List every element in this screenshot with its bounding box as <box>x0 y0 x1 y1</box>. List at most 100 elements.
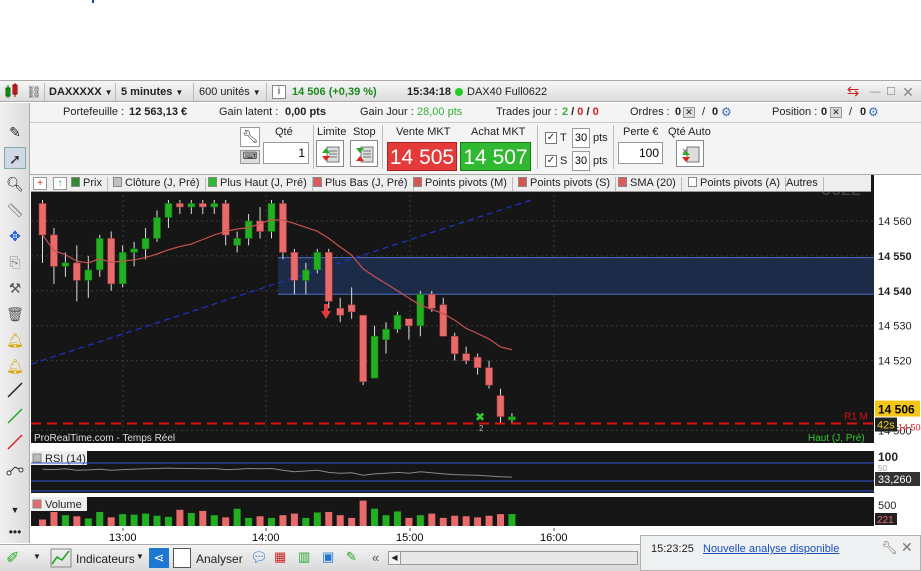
candle[interactable] <box>38 203 47 236</box>
legend-item[interactable]: Points pivots (S) <box>518 177 617 191</box>
nodes-icon[interactable] <box>4 459 26 481</box>
cursor-icon[interactable]: ➚ <box>4 147 26 169</box>
candle[interactable] <box>393 314 402 330</box>
candle[interactable] <box>164 203 173 218</box>
analyser-icon[interactable] <box>173 548 191 568</box>
ruler-icon[interactable]: 📏︎ <box>4 199 26 221</box>
sync-icon[interactable]: ⇆ <box>842 82 864 101</box>
instrument-select[interactable]: DAXXXXX ▼ <box>44 83 116 101</box>
candle[interactable] <box>118 252 127 285</box>
candle[interactable] <box>176 203 184 208</box>
stop-order-button[interactable] <box>350 140 378 167</box>
keyboard-icon[interactable]: ⌨ <box>240 150 260 164</box>
loss-input[interactable] <box>618 142 663 164</box>
copy-icon[interactable]: ⎘ <box>4 251 26 273</box>
buy-market-button[interactable]: 14 507 <box>460 142 531 171</box>
move-icon[interactable]: ✥ <box>4 225 26 247</box>
candle[interactable] <box>130 248 138 253</box>
scroll-left-icon[interactable]: « <box>372 550 379 565</box>
candle[interactable] <box>210 203 219 208</box>
legend-item[interactable]: Plus Haut (J, Pré) <box>208 177 313 191</box>
candle[interactable] <box>324 252 333 302</box>
info-icon[interactable]: i <box>272 85 286 99</box>
legend-item[interactable]: Prix <box>71 177 108 191</box>
wrench-icon[interactable]: 🔧︎ <box>240 127 260 147</box>
candle[interactable] <box>382 328 390 341</box>
legend-item[interactable]: Points pivots (A) <box>688 177 787 191</box>
close-icon[interactable]: ✕ <box>901 83 915 101</box>
legend-item[interactable]: SMA (20) <box>618 177 682 191</box>
analyser-button[interactable]: Analyser <box>196 552 243 566</box>
legend-item[interactable]: Clôture (J, Pré) <box>113 177 206 191</box>
candle[interactable] <box>370 335 379 379</box>
link-icon[interactable]: ⛓ <box>26 83 42 101</box>
candle[interactable] <box>61 262 70 267</box>
qty-auto-button[interactable] <box>676 140 704 167</box>
scroll-left-arrow[interactable]: ◀ <box>389 552 401 564</box>
add-indicator-icon[interactable]: + <box>33 177 47 190</box>
candle[interactable] <box>313 252 322 271</box>
edit-icon[interactable]: ✎ <box>346 549 364 567</box>
chevron-down-icon[interactable]: ▼ <box>33 552 41 561</box>
comment-icon[interactable]: 💬︎ <box>250 549 268 567</box>
candle[interactable] <box>450 335 459 354</box>
orders-settings-icon[interactable]: ⚙ <box>721 105 732 119</box>
close-orders-icon[interactable]: ✕ <box>683 107 695 118</box>
zoom-icon[interactable]: 🔍︎ <box>4 173 26 195</box>
green-line-icon[interactable] <box>4 407 26 429</box>
legend-item[interactable]: Plus Bas (J, Pré) <box>313 177 414 191</box>
minimize-icon[interactable]: — <box>869 83 881 101</box>
candle[interactable] <box>439 304 448 337</box>
red-line-icon[interactable] <box>4 433 26 455</box>
chevron-down-icon[interactable]: ▼ <box>136 552 144 561</box>
candle[interactable] <box>473 356 482 368</box>
candle[interactable] <box>95 238 104 271</box>
limit-order-button[interactable] <box>316 140 344 167</box>
target-input[interactable] <box>572 128 590 148</box>
tools-icon[interactable]: ⚒ <box>4 277 26 299</box>
indicators-button[interactable]: Indicateurs <box>76 552 135 566</box>
bars-icon[interactable]: ▥ <box>298 549 316 567</box>
line-tool-icon[interactable] <box>4 381 26 403</box>
candle[interactable] <box>496 395 505 417</box>
candle[interactable] <box>462 353 470 361</box>
candle[interactable] <box>141 238 150 250</box>
trash-icon[interactable]: 🗑︎ <box>4 303 26 325</box>
legend-item[interactable]: Points pivots (M) <box>413 177 513 191</box>
share-icon[interactable]: ⋖ <box>149 548 169 568</box>
indicators-icon[interactable] <box>50 548 72 568</box>
move-up-icon[interactable]: ↑ <box>53 177 67 190</box>
timeframe-select[interactable]: 5 minutes ▼ <box>117 83 194 101</box>
alert-icon[interactable]: 🔔︎ <box>4 355 26 377</box>
maximize-icon[interactable]: ☐ <box>885 83 897 101</box>
candle[interactable] <box>187 203 196 208</box>
candle[interactable] <box>290 252 299 281</box>
candle[interactable] <box>359 314 367 382</box>
candle[interactable] <box>427 294 436 309</box>
candle[interactable] <box>416 294 425 327</box>
calc-icon[interactable]: ▦ <box>274 549 292 567</box>
candle[interactable] <box>233 238 241 246</box>
more-icon[interactable]: ••• <box>4 521 26 543</box>
notification-link[interactable]: Nouvelle analyse disponible <box>703 543 839 555</box>
horizontal-scrollbar[interactable]: ◀ <box>388 551 638 565</box>
candle[interactable] <box>153 217 161 239</box>
stop-loss-input[interactable] <box>572 151 590 171</box>
candle[interactable] <box>347 304 356 313</box>
candle[interactable] <box>508 416 516 421</box>
candle[interactable] <box>84 269 93 281</box>
candle[interactable] <box>267 203 276 232</box>
candle[interactable] <box>302 269 310 281</box>
candle[interactable] <box>336 307 345 316</box>
alert-add-icon[interactable]: 🔔︎ <box>4 329 26 351</box>
candle[interactable] <box>405 318 413 327</box>
draw-icon[interactable]: ✐ <box>6 548 28 568</box>
app-logo-icon[interactable] <box>3 83 23 101</box>
rsi-pane[interactable] <box>31 451 874 493</box>
window-icon[interactable]: ▣ <box>322 549 340 567</box>
candle[interactable] <box>279 203 287 253</box>
candle[interactable] <box>221 203 230 236</box>
sell-market-button[interactable]: 14 505 <box>387 142 457 171</box>
units-select[interactable]: 600 unités ▼ <box>195 83 267 101</box>
candle[interactable] <box>485 367 493 386</box>
